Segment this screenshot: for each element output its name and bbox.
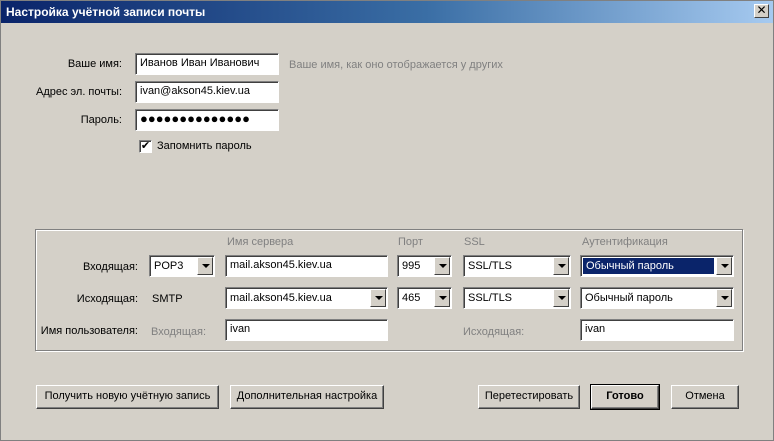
new-account-button[interactable]: Получить новую учётную запись <box>36 385 219 409</box>
outgoing-server-combo[interactable]: mail.akson45.kiev.ua <box>225 287 388 309</box>
incoming-protocol-select[interactable]: POP3 <box>149 255 215 277</box>
account-setup-dialog: Настройка учётной записи почты ✕ Ваше им… <box>0 0 774 441</box>
remember-password-label[interactable]: Запомнить пароль <box>157 140 252 152</box>
outgoing-protocol: SMTP <box>152 293 183 305</box>
column-header-auth: Аутентификация <box>582 236 668 248</box>
window-title: Настройка учётной записи почты <box>6 5 206 19</box>
password-field[interactable]: ●●●●●●●●●●●●●● <box>135 109 279 131</box>
chevron-down-icon[interactable] <box>716 289 732 307</box>
chevron-down-icon[interactable] <box>370 289 386 307</box>
chevron-down-icon[interactable] <box>553 289 569 307</box>
advanced-config-button[interactable]: Дополнительная настройка <box>230 385 384 409</box>
username-label: Имя пользователя: <box>40 325 138 337</box>
email-field[interactable]: ivan@akson45.kiev.ua <box>135 81 279 103</box>
chevron-down-icon[interactable] <box>716 257 732 275</box>
username-incoming-field[interactable]: ivan <box>225 319 388 341</box>
username-outgoing-field[interactable]: ivan <box>580 319 734 341</box>
chevron-down-icon[interactable] <box>553 257 569 275</box>
column-header-server: Имя сервера <box>227 236 294 248</box>
chevron-down-icon[interactable] <box>434 257 450 275</box>
incoming-ssl-select[interactable]: SSL/TLS <box>463 255 571 277</box>
checkmark-icon: ✔ <box>140 140 151 152</box>
incoming-port-combo[interactable]: 995 <box>397 255 452 277</box>
retest-button[interactable]: Перетестировать <box>478 385 580 409</box>
chevron-down-icon[interactable] <box>197 257 213 275</box>
username-incoming-label: Входящая: <box>151 326 207 338</box>
close-icon: ✕ <box>756 3 767 17</box>
cancel-button[interactable]: Отмена <box>671 385 739 409</box>
name-label: Ваше имя: <box>67 58 122 70</box>
name-field[interactable]: Иванов Иван Иванович <box>135 53 279 75</box>
chevron-down-icon[interactable] <box>434 289 450 307</box>
email-label: Адрес эл. почты: <box>35 86 122 98</box>
username-outgoing-label: Исходящая: <box>463 326 525 338</box>
done-button[interactable]: Готово <box>590 384 660 410</box>
column-header-port: Порт <box>398 236 423 248</box>
outgoing-label: Исходящая: <box>76 293 138 305</box>
outgoing-auth-select[interactable]: Обычный пароль <box>580 287 734 309</box>
incoming-auth-select[interactable]: Обычный пароль <box>580 255 734 277</box>
title-bar[interactable]: Настройка учётной записи почты ✕ <box>1 1 773 23</box>
incoming-label: Входящая: <box>82 261 138 273</box>
column-header-ssl: SSL <box>464 236 485 248</box>
close-button[interactable]: ✕ <box>754 4 769 18</box>
password-label: Пароль: <box>80 114 122 126</box>
remember-password-checkbox[interactable]: ✔ <box>139 140 152 153</box>
incoming-server-field[interactable]: mail.akson45.kiev.ua <box>225 255 388 277</box>
outgoing-ssl-select[interactable]: SSL/TLS <box>463 287 571 309</box>
name-hint: Ваше имя, как оно отображается у других <box>289 59 503 71</box>
outgoing-port-combo[interactable]: 465 <box>397 287 452 309</box>
